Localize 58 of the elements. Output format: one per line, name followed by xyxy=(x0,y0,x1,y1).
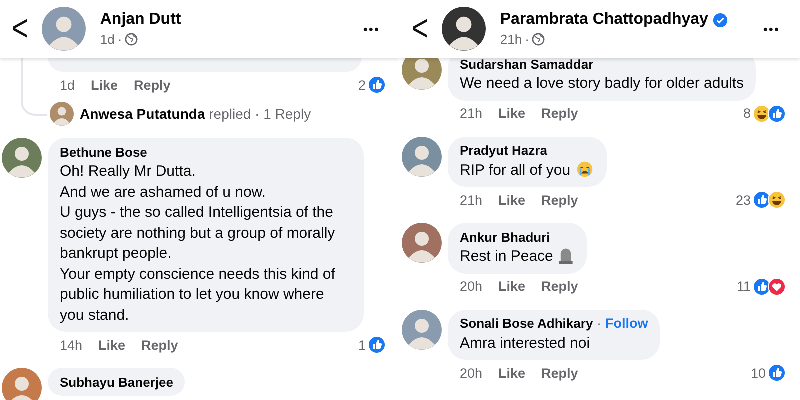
comment-text: RIP for all of you xyxy=(460,160,595,181)
reply-link[interactable]: Reply xyxy=(142,338,178,352)
commenter-name[interactable]: Ankur Bhaduri xyxy=(460,230,550,244)
like-link[interactable]: Like xyxy=(98,338,126,352)
reaction-count: 23 xyxy=(736,192,751,208)
author-name[interactable]: Anjan Dutt xyxy=(100,11,182,29)
globe-icon xyxy=(125,33,138,46)
separator-dot: · xyxy=(597,316,602,331)
avatar xyxy=(402,223,442,263)
follow-link[interactable]: Follow xyxy=(606,316,648,331)
like-link[interactable]: Like xyxy=(498,366,526,380)
comment-text: Oh! Really Mr Dutta. And we are ashamed of u now. U guys - the so called Intelligentsia of the society are nothing but a group of morally bankrupt people. Your empty conscience needs this kind of public humiliation to let you know where you stand. xyxy=(60,162,336,326)
reply-link[interactable]: Reply xyxy=(542,106,578,121)
comment-text: Rest in Peace xyxy=(460,247,576,268)
replies-summary-link[interactable]: Anwesa Putatunda replied · 1 Reply xyxy=(80,106,312,122)
reaction-count: 10 xyxy=(750,366,766,380)
like-link[interactable]: Like xyxy=(498,279,526,294)
back-button[interactable]: < xyxy=(6,10,34,48)
commenter-name[interactable]: Subhayu Banerjee xyxy=(60,374,174,390)
commenter-name[interactable]: Pradyut Hazra xyxy=(460,143,548,158)
comment-time: 21h xyxy=(460,106,483,121)
more-options-button[interactable]: ••• xyxy=(357,20,386,38)
globe-icon xyxy=(532,33,546,46)
avatar xyxy=(50,102,74,126)
reaction-count: 2 xyxy=(358,78,366,92)
commenter-name[interactable]: Bethune Bose xyxy=(60,144,148,160)
commenter-name[interactable]: Sonali Bose Adhikary xyxy=(460,316,594,331)
like-link[interactable]: Like xyxy=(498,192,526,208)
back-button[interactable]: < xyxy=(406,10,434,48)
like-link[interactable]: Like xyxy=(91,78,118,92)
comment-text: We need a love story badly for older adults xyxy=(460,74,744,94)
comment-time: 1d xyxy=(60,78,76,92)
post-time: 1d xyxy=(100,32,115,47)
reply-link[interactable]: Reply xyxy=(542,279,578,294)
more-options-button[interactable]: ••• xyxy=(757,20,786,38)
reply-link[interactable]: Reply xyxy=(542,192,578,208)
reaction-count: 8 xyxy=(743,106,751,121)
avatar xyxy=(2,138,42,178)
avatar xyxy=(402,136,442,176)
like-link[interactable]: Like xyxy=(498,106,526,121)
avatar xyxy=(402,310,442,350)
reaction-count: 1 xyxy=(358,338,366,352)
comment-text: Amra interested noi xyxy=(460,334,592,354)
post-time: 21h xyxy=(500,32,522,47)
comment-time: 21h xyxy=(460,192,483,208)
reply-link[interactable]: Reply xyxy=(542,366,578,380)
comment-time: 20h xyxy=(460,279,483,294)
reaction-count: 11 xyxy=(736,279,751,294)
commenter-name[interactable]: Sudarshan Samaddar xyxy=(460,56,594,72)
avatar xyxy=(2,368,42,400)
comment-time: 14h xyxy=(60,338,83,352)
reply-link[interactable]: Reply xyxy=(134,78,171,92)
separator-dot: · xyxy=(525,32,530,47)
avatar xyxy=(42,7,86,51)
comment-time: 20h xyxy=(460,366,483,380)
separator-dot: · xyxy=(118,32,122,47)
avatar xyxy=(442,7,486,51)
author-name[interactable]: Parambrata Chattopadhyay xyxy=(500,11,708,29)
